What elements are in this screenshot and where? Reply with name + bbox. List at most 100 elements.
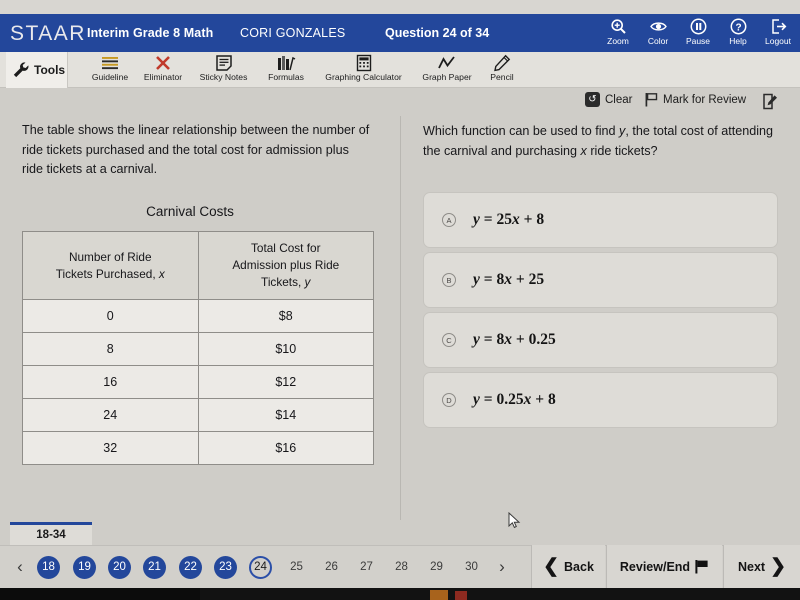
tools-button-label: Tools [34, 63, 66, 77]
nav-prev-arrow[interactable]: ‹ [8, 555, 32, 579]
svg-text:?: ? [735, 22, 741, 33]
header-tool-zoom[interactable]: Zoom [598, 16, 638, 46]
nav-question-19[interactable]: 19 [73, 556, 96, 579]
back-button[interactable]: ❮ Back [531, 545, 605, 588]
tool-label: Guideline [91, 72, 129, 82]
nav-question-25[interactable]: 25 [285, 556, 308, 579]
choice-text: y = 8x + 25 [473, 271, 545, 288]
answer-choice-a[interactable]: A y = 25x + 8 [423, 192, 778, 248]
tool-label: Formulas [268, 72, 304, 82]
tool-sticky-notes[interactable]: Sticky Notes [191, 53, 256, 82]
taskbar-strip [200, 588, 800, 600]
header-tool-logout[interactable]: Logout [758, 16, 798, 46]
nav-question-28[interactable]: 28 [390, 556, 413, 579]
header-tool-group: Zoom Color Pause ? Help Logout [598, 16, 798, 46]
mark-for-review-button[interactable]: Mark for Review [645, 92, 746, 107]
tool-pencil[interactable]: Pencil [481, 53, 523, 82]
header-tool-label: Zoom [607, 36, 629, 46]
table-row: 16 $12 [22, 365, 374, 399]
tool-graph-paper[interactable]: Graph Paper [414, 53, 480, 82]
nav-question-27[interactable]: 27 [355, 556, 378, 579]
tab-18-34[interactable]: 18-34 [10, 522, 92, 545]
tool-label: Sticky Notes [199, 72, 248, 82]
notepad-edit-icon [763, 93, 777, 110]
tool-guideline[interactable]: Guideline [86, 53, 134, 82]
choice-bubble[interactable]: B [442, 273, 456, 287]
question-pane: Which function can be used to find y, th… [401, 116, 800, 520]
answer-choice-c[interactable]: C y = 8x + 0.25 [423, 312, 778, 368]
nav-next-arrow[interactable]: › [490, 555, 514, 579]
choice-text: y = 0.25x + 8 [473, 391, 556, 408]
table-cell-y: $8 [197, 299, 374, 333]
wrench-icon [13, 62, 29, 78]
table-body: 0 $8 8 $10 16 $12 24 $14 32 $16 [22, 299, 374, 465]
nav-question-18[interactable]: 18 [37, 556, 60, 579]
table-header-cell-x: Number of Ride Tickets Purchased, x [22, 231, 199, 300]
staar-logo: STAAR [10, 22, 86, 45]
logout-icon [771, 19, 786, 34]
table-header-cell-y: Total Cost for Admission plus Ride Ticke… [197, 231, 374, 300]
choice-bubble[interactable]: D [442, 393, 456, 407]
screen: STAAR Interim Grade 8 Math CORI GONZALES… [0, 0, 800, 600]
graph-paper-icon [438, 56, 455, 69]
nav-question-30[interactable]: 30 [460, 556, 483, 579]
answer-choice-list: A y = 25x + 8 B y = 8x + 25 C y = 8x + 0… [423, 192, 778, 432]
table-row: 0 $8 [22, 299, 374, 333]
nav-question-26[interactable]: 26 [320, 556, 343, 579]
undo-circle-icon: ↺ [585, 92, 600, 107]
nav-question-24[interactable]: 24 [249, 556, 272, 579]
table-cell-y: $14 [197, 398, 374, 432]
calculator-icon [356, 54, 371, 72]
header-tool-color[interactable]: Color [638, 16, 678, 46]
tool-eliminator[interactable]: Eliminator [137, 53, 189, 82]
header-tool-help[interactable]: ? Help [718, 16, 758, 46]
header-tool-pause[interactable]: Pause [678, 16, 718, 46]
taskbar-icon-red [455, 591, 467, 600]
carnival-costs-table: Number of Ride Tickets Purchased, x Tota… [22, 231, 374, 465]
clear-button[interactable]: ↺ Clear [585, 92, 632, 107]
notepad-button[interactable] [762, 93, 779, 110]
question-mark-icon: ? [730, 18, 746, 35]
answer-choice-b[interactable]: B y = 8x + 25 [423, 252, 778, 308]
chevron-left-icon: ❮ [543, 556, 560, 577]
next-label: Next [737, 559, 766, 574]
nav-question-29[interactable]: 29 [425, 556, 448, 579]
guideline-icon [102, 57, 118, 70]
taskbar-icon-orange [430, 590, 448, 600]
header-line: Tickets, y [261, 275, 311, 289]
tools-button[interactable]: Tools [6, 52, 68, 88]
table-title: Carnival Costs [146, 204, 234, 219]
review-end-label: Review/End [619, 559, 691, 574]
mark-for-review-label: Mark for Review [663, 93, 747, 106]
pencil-icon [494, 54, 511, 72]
flag-icon [645, 93, 658, 107]
tool-label: Graph Paper [422, 72, 472, 82]
table-cell-x: 24 [22, 398, 199, 432]
review-end-button[interactable]: Review/End [606, 545, 722, 588]
table-cell-x: 16 [22, 365, 199, 399]
table-cell-y: $16 [197, 431, 374, 465]
screen-top-bezel [0, 0, 800, 14]
table-cell-x: 8 [22, 332, 199, 366]
tab-label: 18-34 [36, 529, 66, 541]
table-cell-x: 32 [22, 431, 199, 465]
clear-label: Clear [605, 93, 633, 106]
answer-choice-d[interactable]: D y = 0.25x + 8 [423, 372, 778, 428]
nav-question-20[interactable]: 20 [108, 556, 131, 579]
table-row: 24 $14 [22, 398, 374, 432]
nav-question-22[interactable]: 22 [179, 556, 202, 579]
choice-bubble[interactable]: A [442, 213, 456, 227]
nav-question-23[interactable]: 23 [214, 556, 237, 579]
header-line: Number of Ride [68, 249, 152, 264]
question-counter: Question 24 of 34 [385, 26, 490, 40]
student-name: CORI GONZALES [240, 26, 346, 40]
tool-formulas[interactable]: Formulas [258, 53, 314, 82]
nav-question-21[interactable]: 21 [143, 556, 166, 579]
choice-bubble[interactable]: C [442, 333, 456, 347]
question-action-row: ↺ Clear Mark for Review [0, 89, 800, 116]
tool-graphing-calculator[interactable]: Graphing Calculator [315, 53, 412, 82]
tool-label: Pencil [490, 72, 514, 82]
next-button[interactable]: Next ❯ [723, 545, 800, 588]
table-header-row: Number of Ride Tickets Purchased, x Tota… [22, 231, 374, 300]
header-tool-label: Help [729, 36, 747, 46]
